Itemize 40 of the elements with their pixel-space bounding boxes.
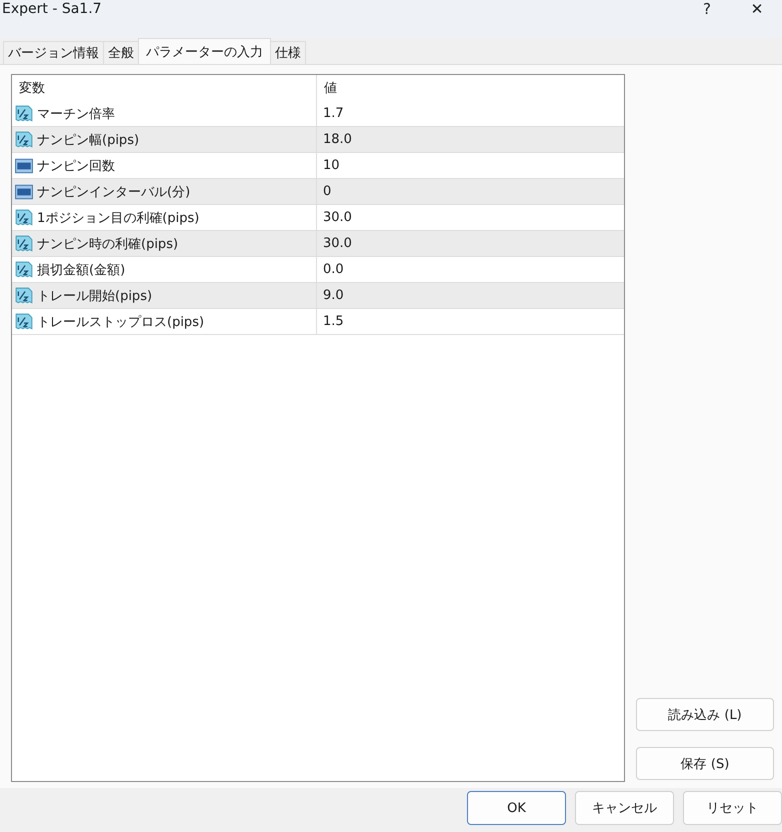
dialog-button[interactable]: リセット <box>683 791 782 825</box>
window-title: Expert - Sa1.7 <box>1 0 103 18</box>
parameter-name: 1ポジション目の利確(pips) <box>37 210 200 226</box>
fraction-icon <box>15 312 33 330</box>
help-button[interactable]: ? <box>682 0 732 18</box>
column-header[interactable]: 値 <box>317 75 624 101</box>
parameter-value[interactable]: 1.5 <box>323 314 344 329</box>
parameter-name: ナンピンインターバル(分) <box>37 184 190 200</box>
fraction-icon <box>15 234 33 252</box>
tab[interactable]: 仕様 <box>270 41 306 64</box>
parameter-value[interactable]: 0.0 <box>323 262 344 277</box>
parameter-value[interactable]: 9.0 <box>323 288 344 303</box>
parameter-value[interactable]: 10 <box>323 158 340 173</box>
fraction-icon <box>15 130 33 148</box>
parameter-name: トレールストップロス(pips) <box>37 314 204 330</box>
dialog-button[interactable]: OK <box>467 791 566 825</box>
column-header[interactable]: 変数 <box>12 75 317 101</box>
side-button[interactable]: 読み込み (L) <box>636 698 774 731</box>
parameter-value[interactable]: 0 <box>323 184 332 199</box>
parameter-name: ナンピン幅(pips) <box>37 132 140 148</box>
fraction-icon <box>15 104 33 122</box>
parameter-name: ナンピン時の利確(pips) <box>37 236 178 252</box>
parameter-value[interactable]: 30.0 <box>323 236 352 251</box>
fraction-icon <box>15 286 33 304</box>
dialog-button[interactable]: キャンセル <box>575 791 674 825</box>
fraction-icon <box>15 208 33 226</box>
tab[interactable]: パラメーターの入力 <box>138 38 271 64</box>
parameter-name: 損切金額(金額) <box>37 262 126 278</box>
number-icon <box>15 182 33 200</box>
parameter-name: トレール開始(pips) <box>37 288 152 304</box>
parameter-value[interactable]: 1.7 <box>323 106 344 121</box>
parameter-value[interactable]: 30.0 <box>323 210 352 225</box>
fraction-icon <box>15 260 33 278</box>
tab[interactable]: バージョン情報 <box>3 41 104 64</box>
parameter-name: マーチン倍率 <box>37 106 115 122</box>
number-icon <box>15 156 33 174</box>
close-button[interactable]: ✕ <box>732 0 782 18</box>
side-button[interactable]: 保存 (S) <box>636 747 774 780</box>
parameter-name: ナンピン回数 <box>37 158 115 174</box>
parameter-value[interactable]: 18.0 <box>323 132 352 147</box>
